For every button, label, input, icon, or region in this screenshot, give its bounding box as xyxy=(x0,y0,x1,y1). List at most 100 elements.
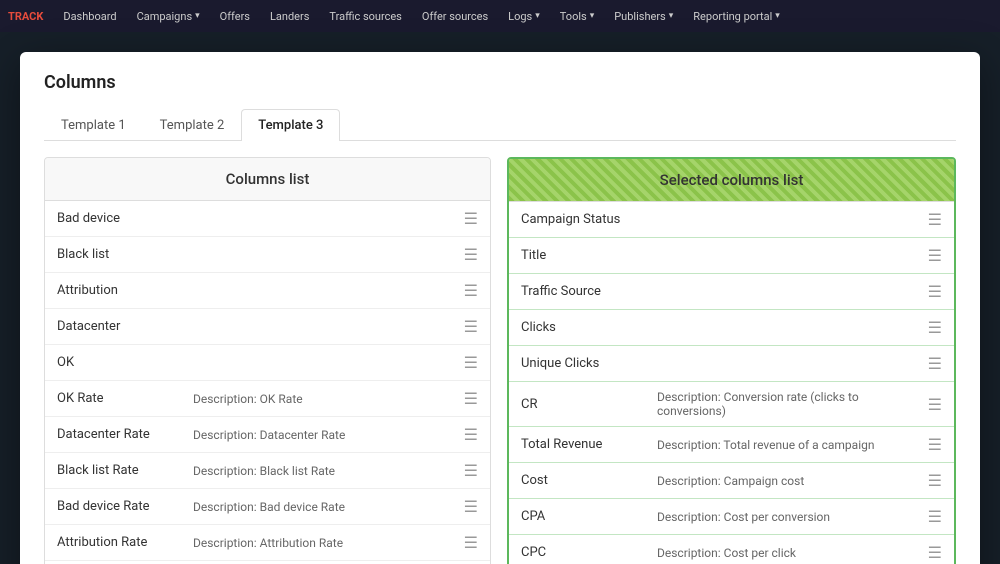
drag-handle-icon[interactable]: ☰ xyxy=(464,461,478,480)
drag-handle-icon[interactable]: ☰ xyxy=(464,281,478,300)
nav-dashboard[interactable]: Dashboard xyxy=(55,6,124,27)
col-item-content: Traffic Source xyxy=(521,284,928,299)
col-item-content: Campaign Status xyxy=(521,212,928,227)
selected-columns-list: Campaign Status ☰ Title ☰ Traffic Source… xyxy=(509,202,954,564)
drag-handle-icon[interactable]: ☰ xyxy=(928,435,942,454)
columns-content: Columns list Bad device ☰ Black list ☰ A… xyxy=(44,157,956,564)
list-item[interactable]: Attribution ☰ xyxy=(45,273,490,309)
drag-handle-icon[interactable]: ☰ xyxy=(928,543,942,562)
chevron-down-icon: ▾ xyxy=(195,11,200,21)
col-desc: Description: Cost per click xyxy=(657,546,796,560)
selected-columns-panel: Selected columns list Campaign Status ☰ … xyxy=(507,157,956,564)
columns-modal: Columns Template 1 Template 2 Template 3… xyxy=(20,52,980,564)
col-item-content: OK Rate Description: OK Rate xyxy=(57,391,464,406)
modal-overlay: Columns Template 1 Template 2 Template 3… xyxy=(0,32,1000,564)
col-item-content: Title xyxy=(521,248,928,263)
drag-handle-icon[interactable]: ☰ xyxy=(928,471,942,490)
drag-handle-icon[interactable]: ☰ xyxy=(464,317,478,336)
list-item[interactable]: Traffic Source ☰ xyxy=(509,274,954,310)
chevron-down-icon: ▾ xyxy=(535,11,540,21)
chevron-down-icon: ▾ xyxy=(669,11,674,21)
col-name: Attribution xyxy=(57,283,177,298)
tab-template-2[interactable]: Template 2 xyxy=(143,109,242,141)
col-desc: Description: Campaign cost xyxy=(657,474,804,488)
nav-logs[interactable]: Logs ▾ xyxy=(500,6,548,27)
nav-offers[interactable]: Offers xyxy=(212,6,258,27)
available-columns-panel: Columns list Bad device ☰ Black list ☰ A… xyxy=(44,157,491,564)
drag-handle-icon[interactable]: ☰ xyxy=(464,389,478,408)
col-item-content: Attribution Rate Description: Attributio… xyxy=(57,535,464,550)
drag-handle-icon[interactable]: ☰ xyxy=(464,497,478,516)
col-item-content: CPA Description: Cost per conversion xyxy=(521,509,928,524)
list-item[interactable]: Campaign Status ☰ xyxy=(509,202,954,238)
col-item-content: Attribution xyxy=(57,283,464,298)
list-item[interactable]: Datacenter Rate Description: Datacenter … xyxy=(45,417,490,453)
drag-handle-icon[interactable]: ☰ xyxy=(464,353,478,372)
drag-handle-icon[interactable]: ☰ xyxy=(928,210,942,229)
col-item-content: Bad device Rate Description: Bad device … xyxy=(57,499,464,514)
col-item-content: OK xyxy=(57,355,464,370)
list-item[interactable]: Datacenter ☰ xyxy=(45,309,490,345)
drag-handle-icon[interactable]: ☰ xyxy=(464,209,478,228)
chevron-down-icon: ▾ xyxy=(590,11,595,21)
col-desc: Description: Datacenter Rate xyxy=(193,428,345,442)
nav-tools[interactable]: Tools ▾ xyxy=(552,6,602,27)
drag-handle-icon[interactable]: ☰ xyxy=(928,507,942,526)
tab-template-3[interactable]: Template 3 xyxy=(241,109,340,141)
nav-offer-sources[interactable]: Offer sources xyxy=(414,6,496,27)
drag-handle-icon[interactable]: ☰ xyxy=(928,395,942,414)
col-item-content: Total Revenue Description: Total revenue… xyxy=(521,437,928,452)
col-name: Attribution Rate xyxy=(57,535,177,550)
drag-handle-icon[interactable]: ☰ xyxy=(464,245,478,264)
col-desc: Description: Cost per conversion xyxy=(657,510,830,524)
list-item[interactable]: Black list ☰ xyxy=(45,237,490,273)
nav-reporting-portal[interactable]: Reporting portal ▾ xyxy=(685,6,788,27)
col-name: CPC xyxy=(521,545,641,560)
chevron-down-icon: ▾ xyxy=(775,11,780,21)
col-name: CPA xyxy=(521,509,641,524)
col-desc: Description: Total revenue of a campaign xyxy=(657,438,874,452)
col-name: Bad device xyxy=(57,211,177,226)
col-name: Campaign Status xyxy=(521,212,641,227)
col-name: Black list Rate xyxy=(57,463,177,478)
list-item[interactable]: OK ☰ xyxy=(45,345,490,381)
list-item[interactable]: Total Revenue Description: Total revenue… xyxy=(509,427,954,463)
list-item[interactable]: Unique Clicks ☰ xyxy=(509,346,954,382)
nav-publishers[interactable]: Publishers ▾ xyxy=(606,6,681,27)
col-name: Black list xyxy=(57,247,177,262)
list-item[interactable]: OK Rate Description: OK Rate ☰ xyxy=(45,381,490,417)
list-item[interactable]: Clicks ☰ xyxy=(509,310,954,346)
list-item[interactable]: Bad device Rate Description: Bad device … xyxy=(45,489,490,525)
list-item[interactable]: Bad device ☰ xyxy=(45,201,490,237)
nav-traffic-sources[interactable]: Traffic sources xyxy=(321,6,409,27)
list-item[interactable]: CPA Description: Cost per conversion ☰ xyxy=(509,499,954,535)
list-item[interactable]: Attribution Rate Description: Attributio… xyxy=(45,525,490,561)
col-desc: Description: Attribution Rate xyxy=(193,536,343,550)
top-navigation: TRACK Dashboard Campaigns ▾ Offers Lande… xyxy=(0,0,1000,32)
drag-handle-icon[interactable]: ☰ xyxy=(928,354,942,373)
drag-handle-icon[interactable]: ☰ xyxy=(928,246,942,265)
tab-template-1[interactable]: Template 1 xyxy=(44,109,143,141)
list-item[interactable]: Black list Rate Description: Black list … xyxy=(45,453,490,489)
drag-handle-icon[interactable]: ☰ xyxy=(464,533,478,552)
col-name: Unique Clicks xyxy=(521,356,641,371)
available-columns-list: Bad device ☰ Black list ☰ Attribution ☰ … xyxy=(45,201,490,564)
drag-handle-icon[interactable]: ☰ xyxy=(464,425,478,444)
col-name: Traffic Source xyxy=(521,284,641,299)
nav-campaigns[interactable]: Campaigns ▾ xyxy=(129,6,208,27)
col-name: Title xyxy=(521,248,641,263)
nav-landers[interactable]: Landers xyxy=(262,6,317,27)
col-name: Clicks xyxy=(521,320,641,335)
col-name: Bad device Rate xyxy=(57,499,177,514)
col-name: Cost xyxy=(521,473,641,488)
col-item-content: Clicks xyxy=(521,320,928,335)
drag-handle-icon[interactable]: ☰ xyxy=(928,282,942,301)
list-item[interactable]: CPC Description: Cost per click ☰ xyxy=(509,535,954,564)
drag-handle-icon[interactable]: ☰ xyxy=(928,318,942,337)
list-item[interactable]: CR Description: Conversion rate (clicks … xyxy=(509,382,954,427)
list-item[interactable]: Cost Description: Campaign cost ☰ xyxy=(509,463,954,499)
list-item[interactable]: Title ☰ xyxy=(509,238,954,274)
template-tabs: Template 1 Template 2 Template 3 xyxy=(44,109,956,141)
col-item-content: Unique Clicks xyxy=(521,356,928,371)
col-item-content: Cost Description: Campaign cost xyxy=(521,473,928,488)
